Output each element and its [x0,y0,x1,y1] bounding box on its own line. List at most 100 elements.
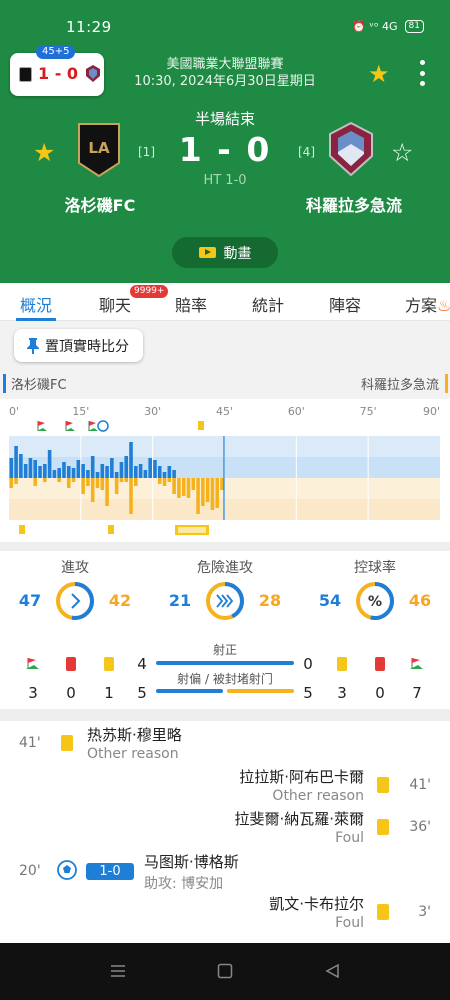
event-player[interactable]: 凱文·卡布拉尔 [269,893,364,914]
favorite-match-star-icon[interactable]: ★ [368,60,390,88]
home-momentum-bar [129,442,133,478]
away-momentum-bar [86,478,90,486]
home-momentum-bar [162,472,167,478]
event-minute: 41' [409,777,431,793]
home-momentum-bar [114,472,119,478]
event-player[interactable]: 马图斯·博格斯 [144,851,239,872]
away-momentum-bar [205,478,210,502]
dangerous-label: 危險進攻 [197,560,253,576]
home-icon[interactable] [217,963,233,979]
tab-lineup[interactable]: 陣容 [329,292,361,316]
yellow-card-icon [61,735,73,751]
home-momentum-bar [105,466,109,478]
away-shots-off: 5 [303,684,313,702]
yellow-card-icon [108,525,114,534]
away-momentum-bar [196,478,200,514]
away-momentum-bar [162,478,167,486]
yellow-card-icon [377,777,389,793]
away-momentum-bar [71,478,76,482]
away-momentum-bar [220,478,224,490]
event-player[interactable]: 拉斐爾·納瓦羅·萊爾 [234,808,364,829]
away-momentum-bar [14,478,18,484]
event-detail: Other reason [272,788,364,804]
menu-icon[interactable] [110,963,126,979]
away-momentum-bar [90,478,95,502]
pin-row: 置頂實時比分 [0,321,450,369]
away-momentum-bar [186,478,191,498]
home-momentum-bar [143,470,148,478]
match-score: 1 - 0 [178,130,272,169]
tab-bar: 概況 聊天 9999+ 賠率 統計 陣容 方案♨ [0,283,450,321]
more-options-icon[interactable] [418,60,426,86]
away-momentum-bar [134,478,138,486]
home-momentum-bar [100,464,105,478]
home-red-cards: 0 [66,684,76,702]
tab-chat[interactable]: 聊天 [99,292,131,316]
red-card-icon [66,657,76,671]
home-momentum-bar [157,466,162,478]
possession-stat: 控球率 54 % 46 [300,557,450,620]
home-momentum-bar [33,460,38,478]
away-momentum-bar [124,478,129,482]
stats-section: 進攻 47 42 危險進攻 21 28 控球率 54 % 46 3 0 1 4 … [0,551,450,709]
back-icon[interactable] [324,963,340,979]
animation-button[interactable]: 動畫 [172,237,278,268]
mini-score-card[interactable]: 45+5 1 - 0 [10,45,104,96]
home-momentum-bar [90,456,95,478]
home-favorite-star-icon[interactable]: ★ [33,138,55,167]
attack-home: 47 [18,591,42,610]
home-momentum-bar [167,466,172,478]
tab-overview[interactable]: 概況 [20,292,52,316]
away-team-name[interactable]: 科羅拉多急流 [284,192,424,216]
home-momentum-bar [172,470,176,478]
pin-live-score-button[interactable]: 置頂實時比分 [14,329,143,362]
event-minute: 20' [19,863,41,879]
away-shots-on-target: 0 [303,655,313,673]
system-nav-bar [0,943,450,1000]
yellow-card-icon [377,819,389,835]
away-favorite-star-icon[interactable]: ☆ [391,138,413,167]
possession-ring: % [356,582,394,620]
tab-stats[interactable]: 統計 [252,292,284,316]
away-momentum-bar [95,478,100,488]
away-team-logo[interactable] [329,122,373,176]
home-momentum-bar [110,458,114,478]
yellow-card-icon [19,525,25,534]
away-momentum-bar [129,478,133,514]
dangerous-home: 21 [168,591,192,610]
tab-plans[interactable]: 方案♨ [405,292,450,316]
shots-on-target-home-bar [156,661,294,665]
event-minute: 41' [19,735,41,751]
home-momentum-bar [28,458,33,478]
dangerous-attack-stat: 危險進攻 21 28 [150,557,300,620]
team-label-row: 洛杉磯FC 科羅拉多急流 [0,369,450,399]
event-detail: 助攻: 博安加 [144,876,224,892]
away-momentum-bar [167,478,172,482]
corner-flag-icon [37,421,47,431]
event-minute: 3' [418,904,431,920]
triple-chevron-icon [216,594,234,608]
home-mini-logo [19,67,32,82]
home-team-name[interactable]: 洛杉磯FC [30,192,170,216]
app-root: 11:29 ⏰ ᵛᵒ 4G 81 45+5 1 - 0 美國職業大聯盟聯賽 10… [0,0,450,1000]
event-detail: Foul [335,915,364,931]
status-indicator-icons: ⏰ ᵛᵒ 4G [352,20,398,33]
pin-icon [27,337,39,354]
home-team-logo[interactable]: LA [78,123,120,177]
event-detail: Foul [335,830,364,846]
away-momentum-bar [191,478,196,490]
home-momentum-bar [138,464,143,478]
away-momentum-bar [66,478,71,488]
goal-score-badge: 1-0 [86,863,134,880]
added-time-badge: 45+5 [36,45,76,59]
home-team-label: 洛杉磯FC [3,374,67,393]
timeline-tick-label: 0' [9,405,19,418]
event-player[interactable]: 热苏斯·穆里略 [87,724,182,745]
animation-icon [198,247,216,258]
tab-odds[interactable]: 賠率 [175,292,207,316]
event-player[interactable]: 拉拉斯·阿布巴卡爾 [239,766,364,787]
match-header: 11:29 ⏰ ᵛᵒ 4G 81 45+5 1 - 0 美國職業大聯盟聯賽 10… [0,0,450,283]
home-shots-on-target: 4 [137,655,147,673]
home-momentum-bar [76,460,81,478]
red-card-icon [375,657,385,671]
